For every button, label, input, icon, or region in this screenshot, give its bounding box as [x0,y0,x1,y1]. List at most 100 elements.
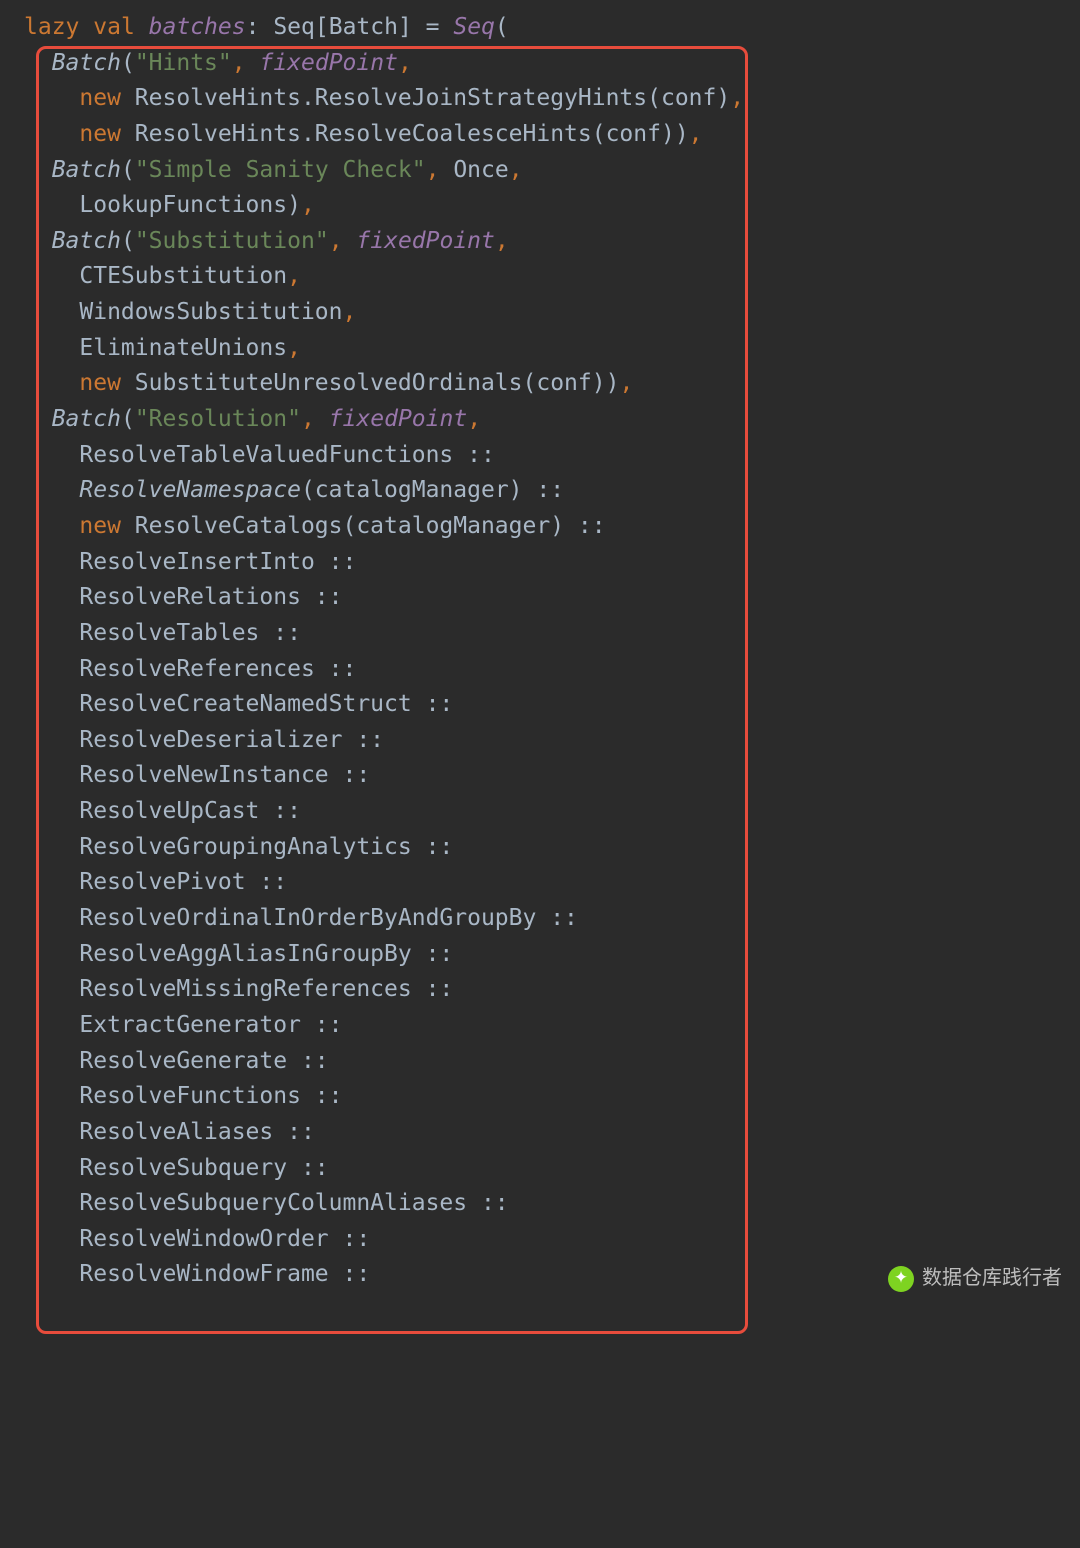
rule: ResolveHints.ResolveCoalesceHints(conf)) [121,121,689,147]
rule: ResolveWindowFrame :: [79,1261,370,1287]
code-line: ResolveDeserializer :: [24,723,1080,759]
fixedpoint: fixedPoint [329,406,467,432]
colon: : [246,14,260,40]
batch-call: Batch [52,406,121,432]
rule: ResolveTables :: [79,620,301,646]
code-line: ResolveMissingReferences :: [24,972,1080,1008]
comma: , [398,50,412,76]
once: Once [453,157,508,183]
string-literal: "Resolution" [135,406,301,432]
comma: , [343,299,357,325]
rule: ResolveWindowOrder :: [79,1226,370,1252]
type-seq: Seq [273,14,315,40]
rule: ResolvePivot :: [79,869,287,895]
rule: ResolveCreateNamedStruct :: [79,691,453,717]
seq-call: Seq [453,14,495,40]
bracket-close: ] [398,14,412,40]
code-line: ResolveTables :: [24,616,1080,652]
comma: , [730,85,744,111]
comma: , [232,50,246,76]
rule: ResolveNamespace [79,477,301,503]
keyword-new: new [79,121,121,147]
string-literal: "Hints" [135,50,232,76]
code-line: ResolveSubqueryColumnAliases :: [24,1186,1080,1222]
code-line: ResolveOrdinalInOrderByAndGroupBy :: [24,901,1080,937]
comma: , [329,228,343,254]
code-line: ResolveReferences :: [24,652,1080,688]
rule: ResolveMissingReferences :: [79,976,453,1002]
rule: ResolveAggAliasInGroupBy :: [79,941,453,967]
code-line: ResolveNewInstance :: [24,758,1080,794]
comma: , [509,157,523,183]
comma: , [301,406,315,432]
comma: , [287,335,301,361]
paren-open: ( [121,157,135,183]
rule: ResolveSubquery :: [79,1155,328,1181]
bracket-open: [ [315,14,329,40]
wechat-icon: ✦ [888,1266,914,1292]
type-batch: Batch [329,14,398,40]
comma: , [619,370,633,396]
code-line: LookupFunctions), [24,188,1080,224]
comma: , [467,406,481,432]
code-line: ResolveInsertInto :: [24,545,1080,581]
batch-call: Batch [52,157,121,183]
watermark: ✦ 数据仓库践行者 [888,1263,1062,1294]
rule: ResolveSubqueryColumnAliases :: [79,1190,508,1216]
keyword-lazy: lazy [24,14,79,40]
rule: ResolveGenerate :: [79,1048,328,1074]
rule: ResolveRelations :: [79,584,342,610]
code-line: ResolveGroupingAnalytics :: [24,830,1080,866]
string-literal: "Simple Sanity Check" [135,157,426,183]
keyword-new: new [79,370,121,396]
rule: SubstituteUnresolvedOrdinals(conf)) [121,370,620,396]
watermark-text: 数据仓库践行者 [922,1263,1062,1294]
comma: , [287,263,301,289]
code-line: new ResolveHints.ResolveCoalesceHints(co… [24,117,1080,153]
keyword-new: new [79,513,121,539]
comma: , [495,228,509,254]
code-line: ResolveRelations :: [24,580,1080,616]
rule: ResolveUpCast :: [79,798,301,824]
code-line: ResolveSubquery :: [24,1151,1080,1187]
comma: , [426,157,440,183]
rule: EliminateUnions [79,335,287,361]
comma: , [301,192,315,218]
rule: ResolveInsertInto :: [79,549,356,575]
paren-open: ( [121,50,135,76]
string-literal: "Substitution" [135,228,329,254]
rule: ResolveOrdinalInOrderByAndGroupBy :: [79,905,578,931]
rule: ResolveGroupingAnalytics :: [79,834,453,860]
code-line: ResolvePivot :: [24,865,1080,901]
batch-call: Batch [52,228,121,254]
code-line: EliminateUnions, [24,331,1080,367]
code-line: ResolveAliases :: [24,1115,1080,1151]
rule: ResolveFunctions :: [79,1083,342,1109]
rule: LookupFunctions) [79,192,301,218]
keyword-new: new [79,85,121,111]
equals: = [412,14,454,40]
code-line: ResolveCreateNamedStruct :: [24,687,1080,723]
val-name: batches [149,14,246,40]
rule-args: (catalogManager) :: [301,477,564,503]
code-line: ResolveWindowOrder :: [24,1222,1080,1258]
fixedpoint: fixedPoint [259,50,397,76]
code-line: Batch("Substitution", fixedPoint, [24,224,1080,260]
code-line: new SubstituteUnresolvedOrdinals(conf)), [24,366,1080,402]
code-line: ResolveGenerate :: [24,1044,1080,1080]
rule: ResolveDeserializer :: [79,727,384,753]
batch-call: Batch [52,50,121,76]
paren-open: ( [121,406,135,432]
code-line: ResolveAggAliasInGroupBy :: [24,937,1080,973]
code-line: WindowsSubstitution, [24,295,1080,331]
code-line: CTESubstitution, [24,259,1080,295]
code-line: ResolveUpCast :: [24,794,1080,830]
code-line: Batch("Resolution", fixedPoint, [24,402,1080,438]
code-line: ResolveNamespace(catalogManager) :: [24,473,1080,509]
rule: ResolveReferences :: [79,656,356,682]
keyword-val: val [93,14,135,40]
code-line: Batch("Hints", fixedPoint, [24,46,1080,82]
rule: ExtractGenerator :: [79,1012,342,1038]
code-line: ExtractGenerator :: [24,1008,1080,1044]
rule: ResolveCatalogs(catalogManager) :: [121,513,606,539]
